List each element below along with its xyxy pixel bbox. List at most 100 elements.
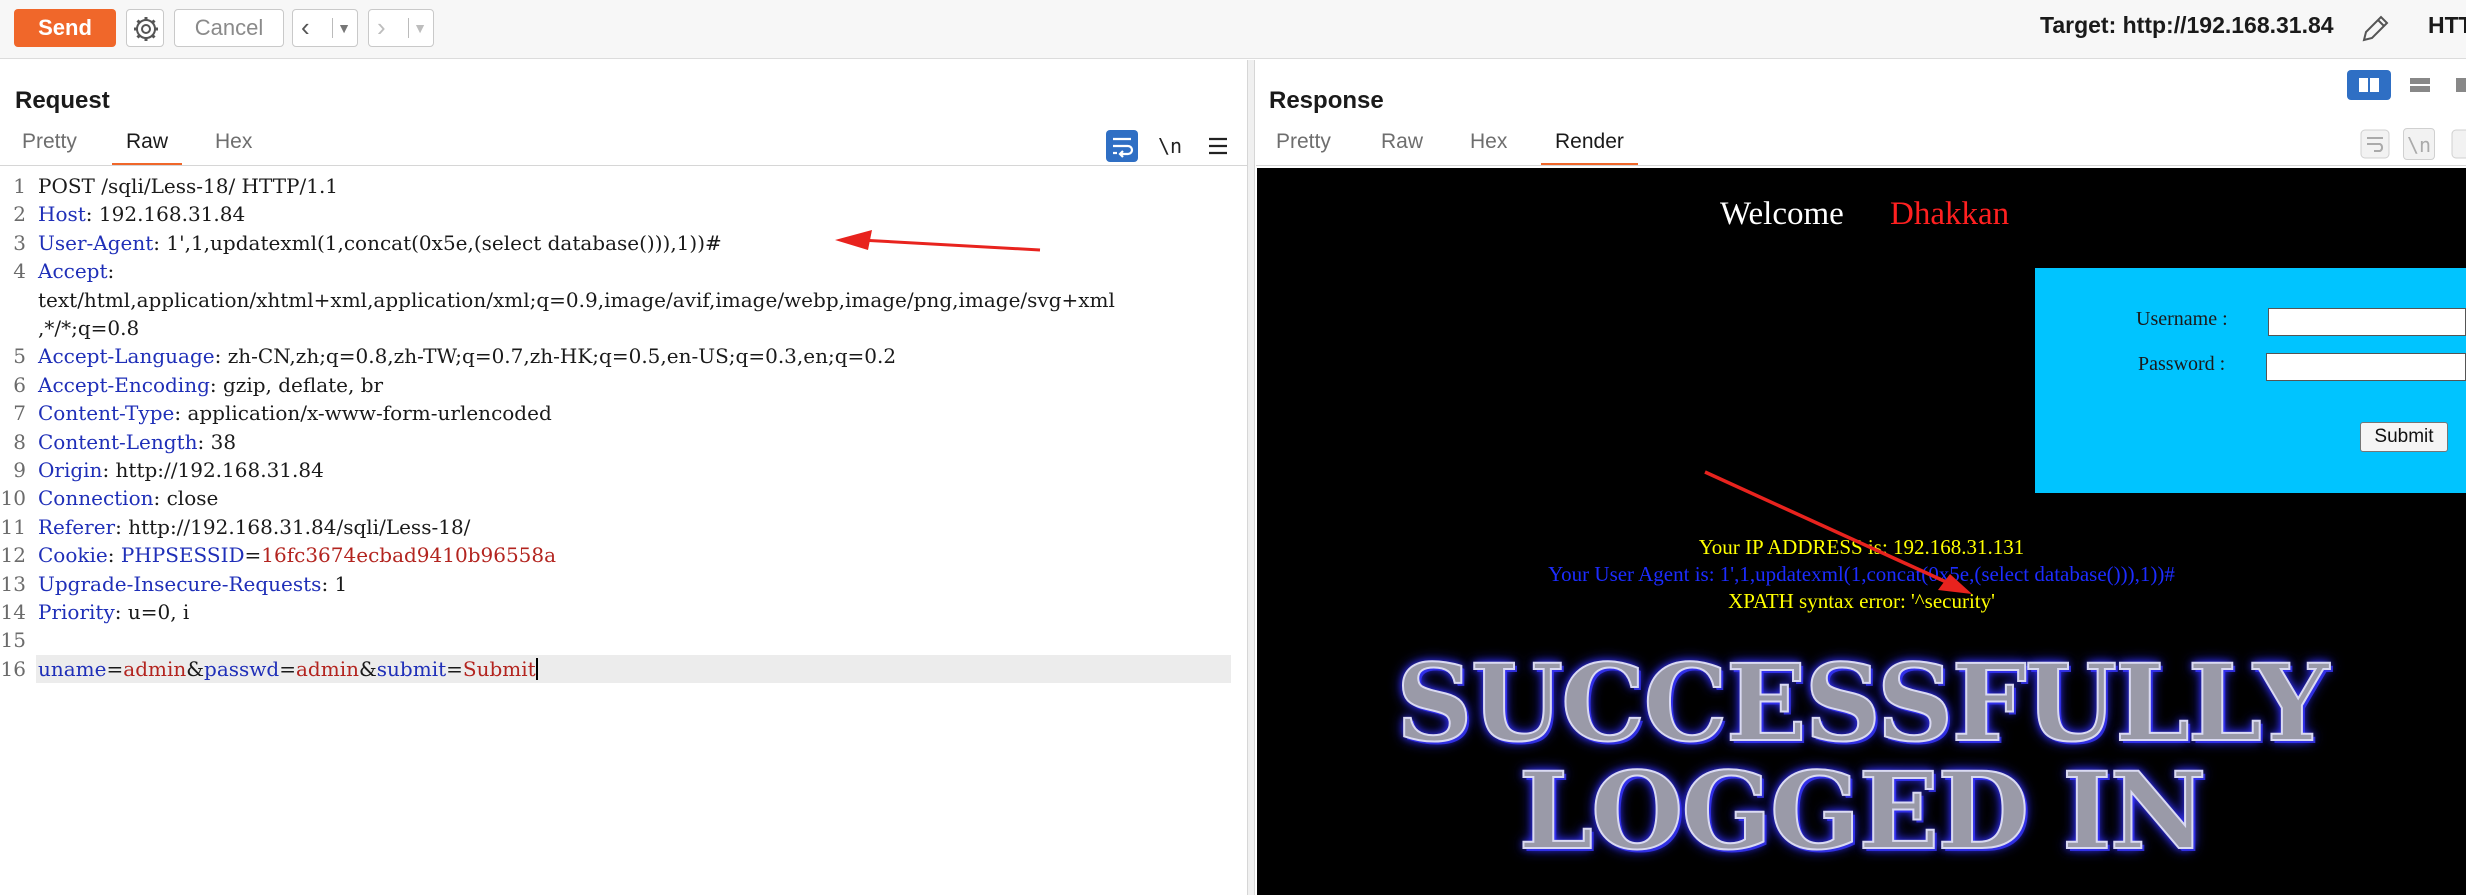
tab-divider — [0, 165, 1247, 166]
cookie-name: PHPSESSID — [120, 543, 245, 568]
cookie-value: 16fc3674ecbad9410b96558a — [261, 543, 557, 568]
editor-line[interactable]: ,*/*;q=0.8 — [0, 314, 1235, 342]
dhakkan-text: Dhakkan — [1890, 196, 2010, 232]
line-number: 16 — [0, 656, 26, 681]
line-content: Content-Length: 38 — [38, 428, 236, 456]
editor-line[interactable]: 3 User-Agent: 1',1,updatexml(1,concat(0x5… — [0, 229, 1235, 257]
line-number: 4 — [13, 259, 26, 284]
line-content: Priority: u=0, i — [38, 598, 189, 626]
editor-line[interactable]: 14 Priority: u=0, i — [0, 598, 1235, 626]
editor-line[interactable]: 7 Content-Type: application/x-www-form-ur… — [0, 399, 1235, 427]
editor-line[interactable]: 8 Content-Length: 38 — [0, 428, 1235, 456]
param-name: submit — [376, 656, 447, 681]
editor-line[interactable]: 5 Accept-Language: zh-CN,zh;q=0.8,zh-TW;q… — [0, 342, 1235, 370]
word-wrap-toggle[interactable] — [1106, 130, 1138, 162]
editor-line[interactable]: 11 Referer: http://192.168.31.84/sqli/Les… — [0, 513, 1235, 541]
line-number: 3 — [13, 230, 26, 255]
tab-pretty[interactable]: Pretty — [1276, 130, 1331, 164]
header-value: : http://192.168.31.84 — [102, 458, 324, 482]
panel-splitter[interactable] — [1247, 60, 1255, 895]
send-button[interactable]: Send — [14, 9, 116, 47]
tab-hex[interactable]: Hex — [1470, 130, 1507, 164]
tab-raw[interactable]: Raw — [1381, 130, 1423, 164]
param-value: admin — [296, 656, 359, 681]
header-name: Accept — [38, 259, 108, 284]
submit-button[interactable]: Submit — [2360, 422, 2448, 452]
request-panel: Request Pretty Raw Hex \n 1 POST /sqli/Le… — [0, 60, 1247, 895]
param-separator: = — [279, 656, 296, 681]
layout-stacked-button[interactable] — [2400, 70, 2440, 100]
editor-line[interactable]: 4 Accept: — [0, 257, 1235, 285]
request-editor[interactable]: 1 POST /sqli/Less-18/ HTTP/1.1 2 Host: 192.… — [0, 168, 1235, 895]
editor-line[interactable]: 6 Accept-Encoding: gzip, deflate, br — [0, 371, 1235, 399]
chevron-left-icon: ‹ — [301, 12, 310, 42]
line-number: 1 — [13, 174, 26, 198]
param-separator: & — [186, 656, 205, 681]
editor-line[interactable]: 1 POST /sqli/Less-18/ HTTP/1.1 — [0, 172, 1235, 200]
line-number: 8 — [13, 429, 26, 454]
tab-pretty[interactable]: Pretty — [22, 130, 77, 164]
line-content: Referer: http://192.168.31.84/sqli/Less-… — [38, 513, 470, 541]
chevron-down-icon: ▼ — [337, 20, 351, 36]
hamburger-icon — [2451, 129, 2466, 159]
line-number: 12 — [0, 543, 26, 568]
line-content: Accept-Encoding: gzip, deflate, br — [38, 371, 383, 399]
header-value: : — [107, 259, 115, 284]
line-number: 15 — [0, 628, 26, 653]
header-name: Accept-Encoding — [38, 372, 210, 397]
line-content: Connection: close — [38, 484, 218, 512]
editor-line[interactable]: 9 Origin: http://192.168.31.84 — [0, 456, 1235, 484]
line-text: text/html,application/xhtml+xml,applicat… — [38, 287, 1115, 312]
line-number: 11 — [0, 514, 26, 539]
request-tabs: Pretty Raw Hex — [0, 130, 1247, 166]
line-content: text/html,application/xhtml+xml,applicat… — [38, 286, 1115, 314]
button-separator — [332, 18, 333, 38]
layout-tabs-button[interactable] — [2448, 70, 2466, 100]
response-tabs: Pretty Raw Hex Render — [1256, 130, 2466, 166]
wrap-icon — [1113, 137, 1134, 158]
line-content: Cookie: PHPSESSID=16fc3674ecbad9410b9655… — [38, 541, 556, 569]
header-value: : 38 — [197, 429, 237, 454]
line-content: uname=admin&passwd=admin&submit=Submit — [38, 655, 538, 683]
menu-button[interactable] — [1202, 130, 1234, 162]
header-name: User-Agent — [38, 230, 154, 255]
tab-render[interactable]: Render — [1541, 130, 1638, 166]
tab-hex[interactable]: Hex — [215, 130, 252, 164]
header-value: : 192.168.31.84 — [85, 202, 246, 227]
settings-button[interactable] — [126, 9, 164, 47]
line-number: 6 — [13, 372, 26, 397]
back-button[interactable]: ‹ ▼ — [292, 9, 358, 47]
header-name: Content-Length — [38, 429, 198, 454]
password-input[interactable] — [2266, 353, 2466, 381]
chevron-right-icon: › — [377, 12, 386, 42]
forward-button[interactable]: › ▼ — [368, 9, 434, 47]
editor-line[interactable]: text/html,application/xhtml+xml,applicat… — [0, 286, 1235, 314]
editor-line[interactable]: 2 Host: 192.168.31.84 — [0, 200, 1235, 228]
username-input[interactable] — [2268, 308, 2466, 336]
header-name: Origin — [38, 458, 103, 482]
edit-target-icon[interactable] — [2357, 11, 2393, 47]
line-number: 7 — [13, 401, 26, 426]
header-name: Priority — [38, 600, 115, 624]
newline-toggle[interactable]: \n — [1158, 130, 1190, 162]
editor-line[interactable]: 12 Cookie: PHPSESSID=16fc3674ecbad9410b96… — [0, 541, 1235, 569]
tab-raw[interactable]: Raw — [111, 130, 183, 166]
header-value: : close — [153, 486, 219, 511]
editor-line[interactable]: 13 Upgrade-Insecure-Requests: 1 — [0, 570, 1235, 598]
cancel-button[interactable]: Cancel — [174, 9, 284, 47]
layout-side-by-side-button[interactable] — [2347, 70, 2391, 100]
header-value: : http://192.168.31.84/sqli/Less-18/ — [115, 514, 471, 539]
chevron-down-icon: ▼ — [413, 20, 427, 36]
editor-line[interactable]: 15 — [0, 626, 1235, 654]
param-separator: & — [358, 656, 377, 681]
line-content: Origin: http://192.168.31.84 — [38, 456, 324, 484]
header-value: : 1',1,updatexml(1,concat(0x5e,(select d… — [153, 230, 722, 255]
header-value: : — [107, 543, 121, 568]
editor-line[interactable]: 10 Connection: close — [0, 484, 1235, 512]
target-label: Target: http://192.168.31.84 — [2040, 12, 2334, 38]
rows-icon — [2410, 78, 2430, 92]
editor-line[interactable]: 16 uname=admin&passwd=admin&submit=Submit — [0, 654, 1235, 683]
columns-icon — [2359, 78, 2379, 92]
tab-divider — [1256, 165, 2466, 166]
success-banner-line1: SUCCESSFULLY — [1395, 639, 2330, 766]
